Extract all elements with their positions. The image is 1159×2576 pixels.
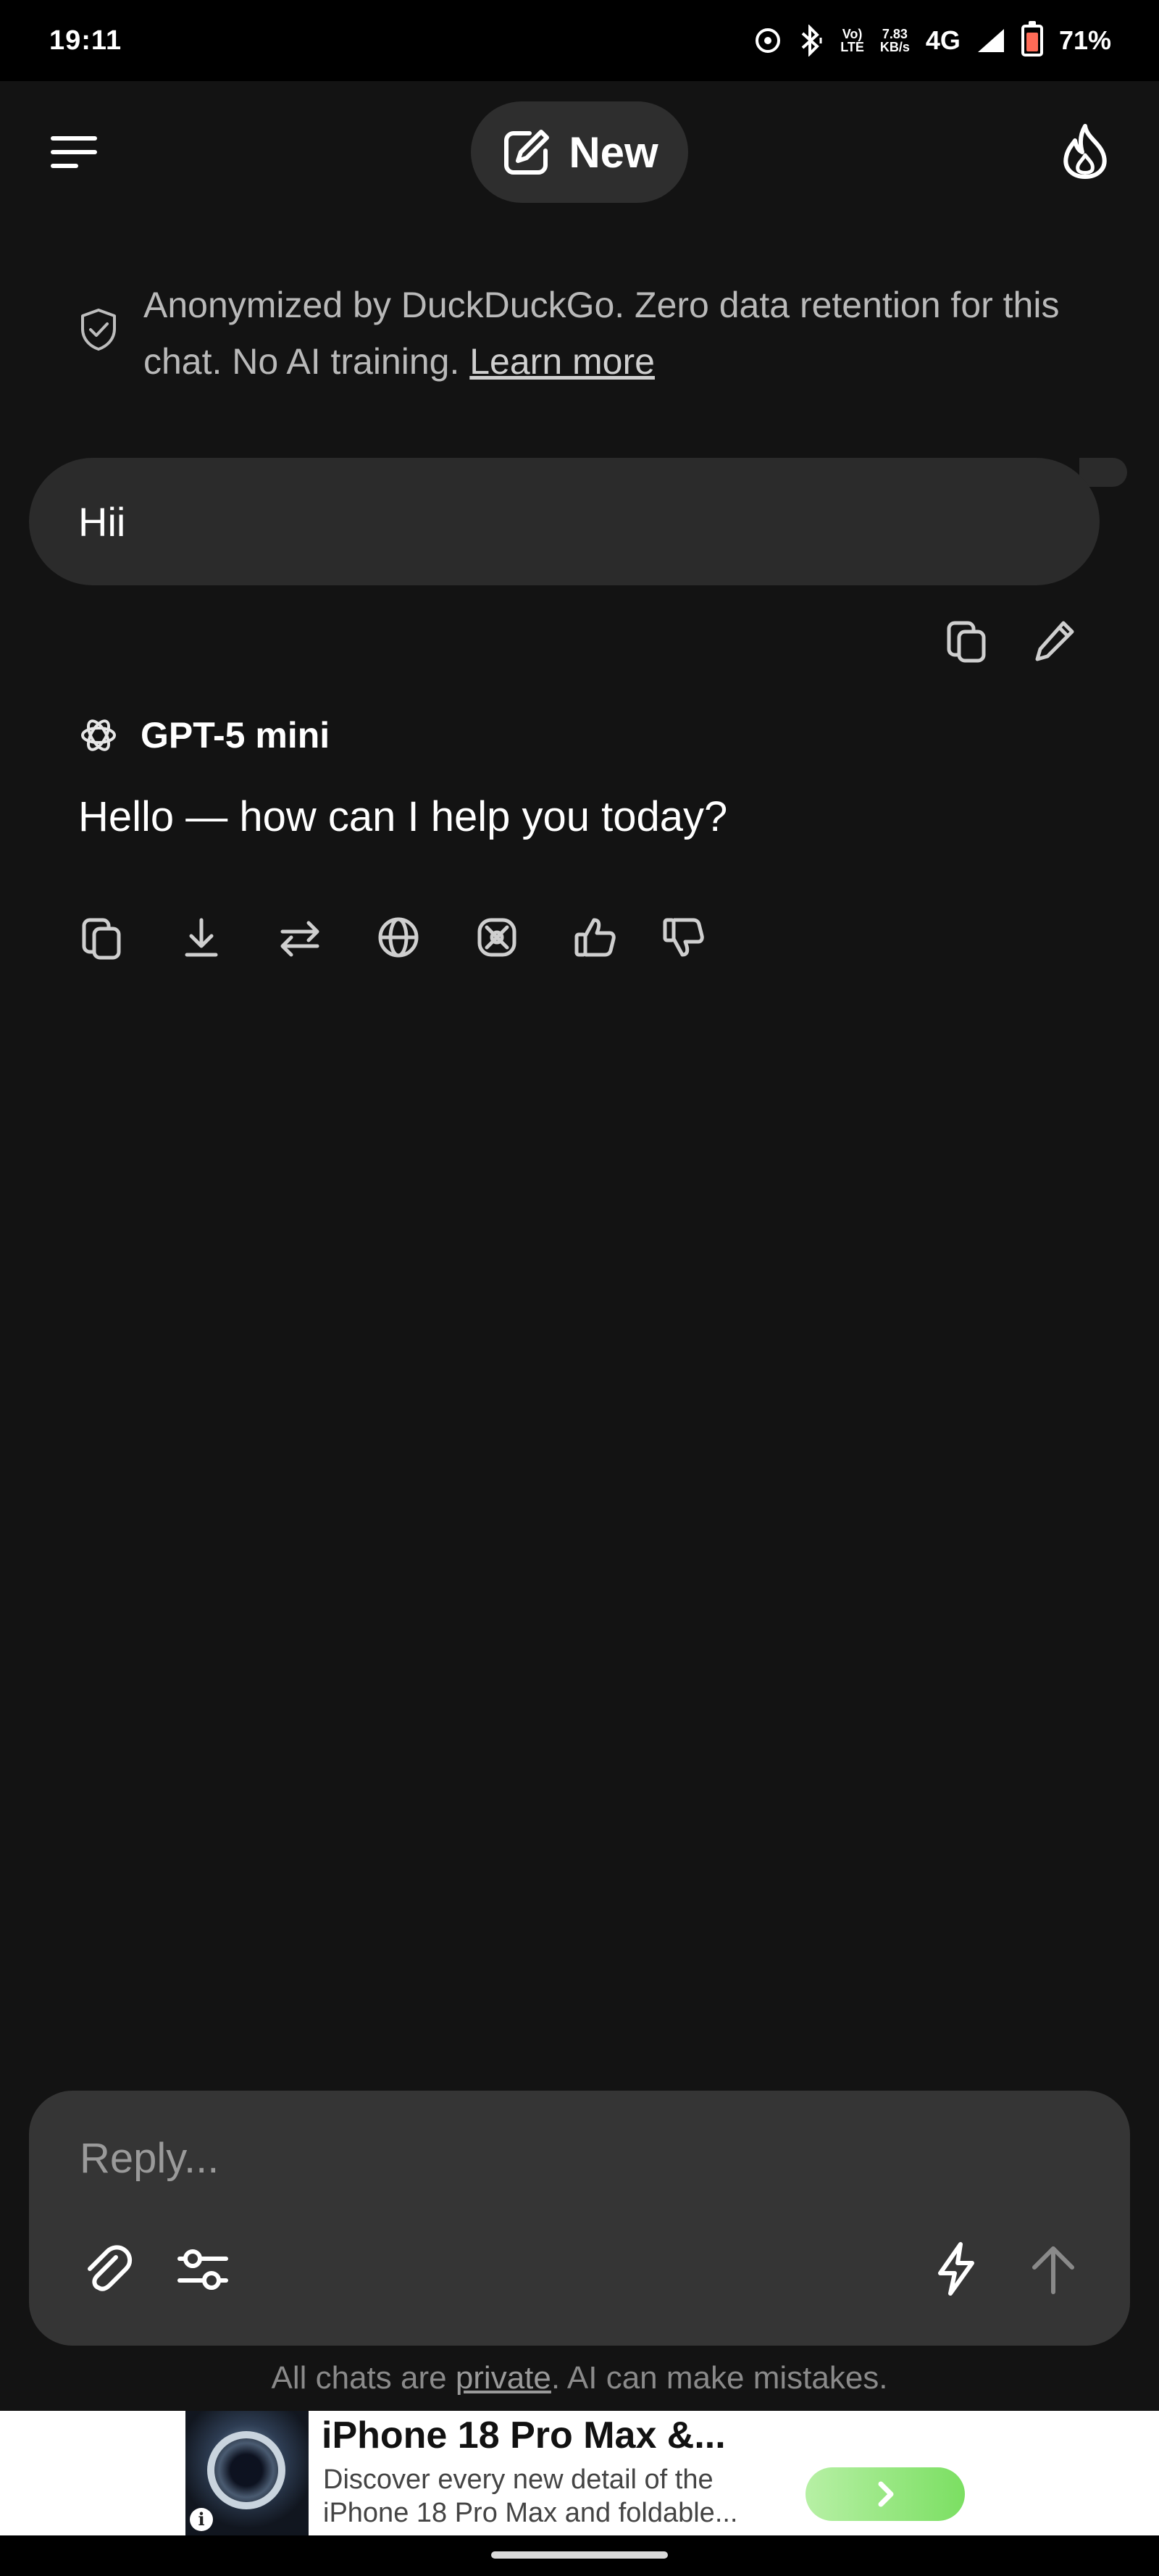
battery-icon [1021, 21, 1043, 57]
sync-icon [753, 26, 782, 55]
download-button[interactable] [178, 914, 225, 965]
user-message-bubble: Hii [29, 458, 1100, 585]
send-button[interactable] [1024, 2240, 1082, 2298]
new-chat-button[interactable]: New [471, 101, 688, 203]
model-name: GPT-5 mini [141, 715, 330, 756]
status-time: 19:11 [49, 25, 122, 56]
reply-composer: Reply... [29, 2091, 1130, 2346]
reply-input[interactable]: Reply... [80, 2134, 219, 2183]
menu-icon [51, 136, 97, 141]
ad-banner[interactable]: i iPhone 18 Pro Max &... Discover every … [0, 2411, 1159, 2535]
bolt-icon [938, 2242, 974, 2296]
learn-more-link[interactable]: Learn more [469, 341, 655, 382]
thumbs-down-button[interactable] [661, 914, 707, 965]
regenerate-button[interactable] [277, 914, 323, 965]
assistant-reply-text: Hello — how can I help you today? [78, 793, 728, 840]
shield-check-icon [78, 307, 119, 390]
privacy-disclaimer: All chats are private. AI can make mista… [271, 2360, 888, 2396]
ad-image: i [185, 2411, 309, 2535]
copy-icon [947, 621, 986, 663]
edit-message-button[interactable] [1032, 617, 1078, 664]
privacy-notice: Anonymized by DuckDuckGo. Zero data rete… [78, 277, 1092, 390]
network-type: 4G [925, 25, 961, 55]
sliders-icon [177, 2249, 228, 2290]
volte-indicator: Vo) LTE [840, 27, 864, 54]
thumbs-down-icon [663, 918, 704, 957]
user-message-text: Hii [78, 498, 126, 545]
privacy-notice-text: Anonymized by DuckDuckGo. Zero data rete… [143, 285, 1060, 382]
status-icons: Vo) LTE 7.83 KB/s 4G 71% [753, 21, 1111, 57]
atom-icon [477, 918, 516, 957]
settings-button[interactable] [174, 2240, 232, 2298]
model-header: GPT-5 mini [78, 714, 330, 756]
openai-icon [78, 715, 119, 756]
fire-icon [1063, 124, 1107, 179]
thumbs-up-button[interactable] [572, 914, 619, 965]
fire-button[interactable] [1058, 122, 1113, 180]
reasoning-button[interactable] [474, 914, 520, 965]
battery-percent: 71% [1058, 25, 1111, 55]
ad-info-icon[interactable]: i [190, 2508, 213, 2531]
camera-lens-image [207, 2431, 285, 2509]
arrow-up-icon [1032, 2246, 1074, 2294]
ad-description: Discover every new detail of the iPhone 1… [323, 2464, 738, 2528]
copy-message-button[interactable] [943, 617, 989, 664]
thumbs-up-icon [574, 918, 616, 957]
copy-icon [82, 918, 121, 960]
copy-reply-button[interactable] [78, 914, 125, 965]
private-link[interactable]: private [456, 2360, 551, 2396]
new-chat-label: New [569, 127, 658, 177]
edit-square-icon [501, 126, 553, 178]
network-speed: 7.83 KB/s [879, 27, 910, 54]
system-nav-bar [0, 2535, 1159, 2576]
attach-button[interactable] [78, 2240, 136, 2298]
paperclip-icon [88, 2245, 132, 2291]
pencil-icon [1035, 621, 1074, 661]
home-gesture-bar[interactable] [491, 2551, 668, 2559]
swap-icon [280, 921, 319, 957]
chevron-right-icon [878, 2481, 894, 2507]
download-icon [185, 918, 218, 957]
web-search-button[interactable] [375, 914, 422, 965]
ad-title: iPhone 18 Pro Max &... [322, 2414, 726, 2456]
ad-open-button[interactable] [806, 2467, 965, 2521]
globe-icon [378, 917, 419, 958]
menu-button[interactable] [51, 136, 97, 168]
signal-icon [976, 28, 1005, 54]
bluetooth-icon [798, 25, 824, 57]
status-bar: 19:11 Vo) LTE 7.83 KB/s 4G 71% [0, 0, 1159, 81]
app-header: New [0, 81, 1159, 219]
fast-mode-button[interactable] [927, 2240, 985, 2298]
